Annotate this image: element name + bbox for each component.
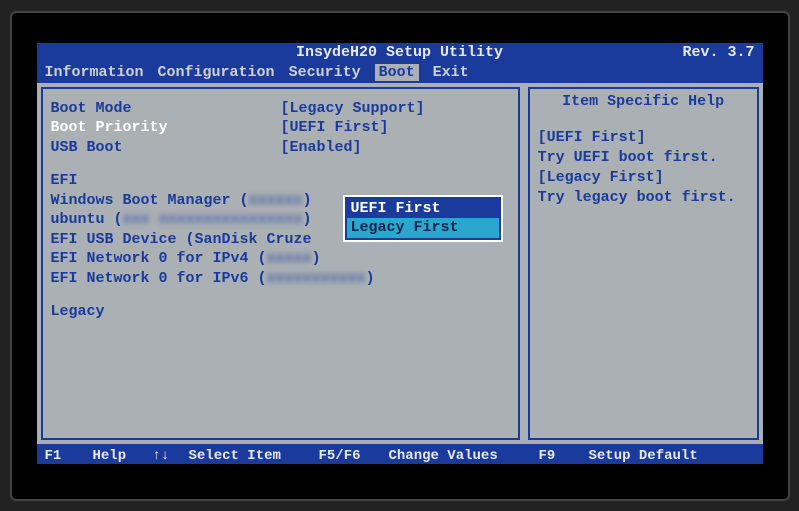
bios-title: InsydeH20 Setup Utility (296, 44, 503, 61)
title-bar: InsydeH20 Setup Utility Rev. 3.7 (37, 43, 763, 63)
section-efi: EFI (51, 171, 510, 191)
settings-panel: Boot Mode [Legacy Support] Boot Priority… (41, 87, 520, 440)
value-boot-mode: [Legacy Support] (281, 99, 510, 119)
help-line: [UEFI First] (538, 128, 749, 148)
redacted: xxxxxx (249, 192, 303, 209)
tab-configuration[interactable]: Configuration (158, 64, 275, 81)
help-panel: Item Specific Help [UEFI First] Try UEFI… (528, 87, 759, 440)
key-updown-desc: Select Item (189, 448, 319, 464)
row-boot-mode[interactable]: Boot Mode [Legacy Support] (51, 99, 510, 119)
tab-security[interactable]: Security (289, 64, 361, 81)
key-updown: ↑↓ (153, 448, 189, 464)
popup-option-legacy-first[interactable]: Legacy First (347, 218, 499, 238)
label-boot-priority: Boot Priority (51, 118, 281, 138)
key-f5f6: F5/F6 (319, 448, 389, 464)
footer-bar: F1 Help ↑↓ Select Item F5/F6 Change Valu… (37, 444, 763, 464)
value-usb-boot: [Enabled] (281, 138, 510, 158)
help-line: Try UEFI boot first. (538, 148, 749, 168)
key-f9: F9 (539, 448, 589, 464)
popup-option-uefi-first[interactable]: UEFI First (347, 199, 499, 219)
efi-entry-net6[interactable]: EFI Network 0 for IPv6 (xxxxxxxxxxx) (51, 269, 510, 289)
row-boot-priority[interactable]: Boot Priority [UEFI First] (51, 118, 510, 138)
efi-entry-net4[interactable]: EFI Network 0 for IPv4 (xxxxx) (51, 249, 510, 269)
value-boot-priority: [UEFI First] (281, 118, 510, 138)
tab-information[interactable]: Information (45, 64, 144, 81)
menu-bar[interactable]: Information Configuration Security Boot … (37, 63, 763, 83)
tab-boot[interactable]: Boot (375, 64, 419, 81)
row-usb-boot[interactable]: USB Boot [Enabled] (51, 138, 510, 158)
help-line: Try legacy boot first. (538, 188, 749, 208)
key-f9-desc: Setup Default (589, 448, 698, 464)
laptop-bezel: InsydeH20 Setup Utility Rev. 3.7 Informa… (10, 11, 790, 501)
redacted: xxxxxxxxxxx (267, 270, 366, 287)
content-area: Boot Mode [Legacy Support] Boot Priority… (37, 83, 763, 444)
boot-priority-popup[interactable]: UEFI First Legacy First (343, 195, 503, 242)
key-f5f6-desc: Change Values (389, 448, 539, 464)
redacted: xxxxx (267, 250, 312, 267)
label-boot-mode: Boot Mode (51, 99, 281, 119)
key-f1: F1 (45, 448, 93, 464)
key-f1-desc: Help (93, 448, 153, 464)
help-title: Item Specific Help (538, 93, 749, 110)
section-legacy: Legacy (51, 302, 510, 322)
redacted: xxx xxxxxxxxxxxxxxxx (123, 211, 303, 228)
bios-revision: Rev. 3.7 (682, 44, 754, 61)
label-usb-boot: USB Boot (51, 138, 281, 158)
help-line: [Legacy First] (538, 168, 749, 188)
tab-exit[interactable]: Exit (433, 64, 469, 81)
bios-screen: InsydeH20 Setup Utility Rev. 3.7 Informa… (37, 43, 763, 464)
